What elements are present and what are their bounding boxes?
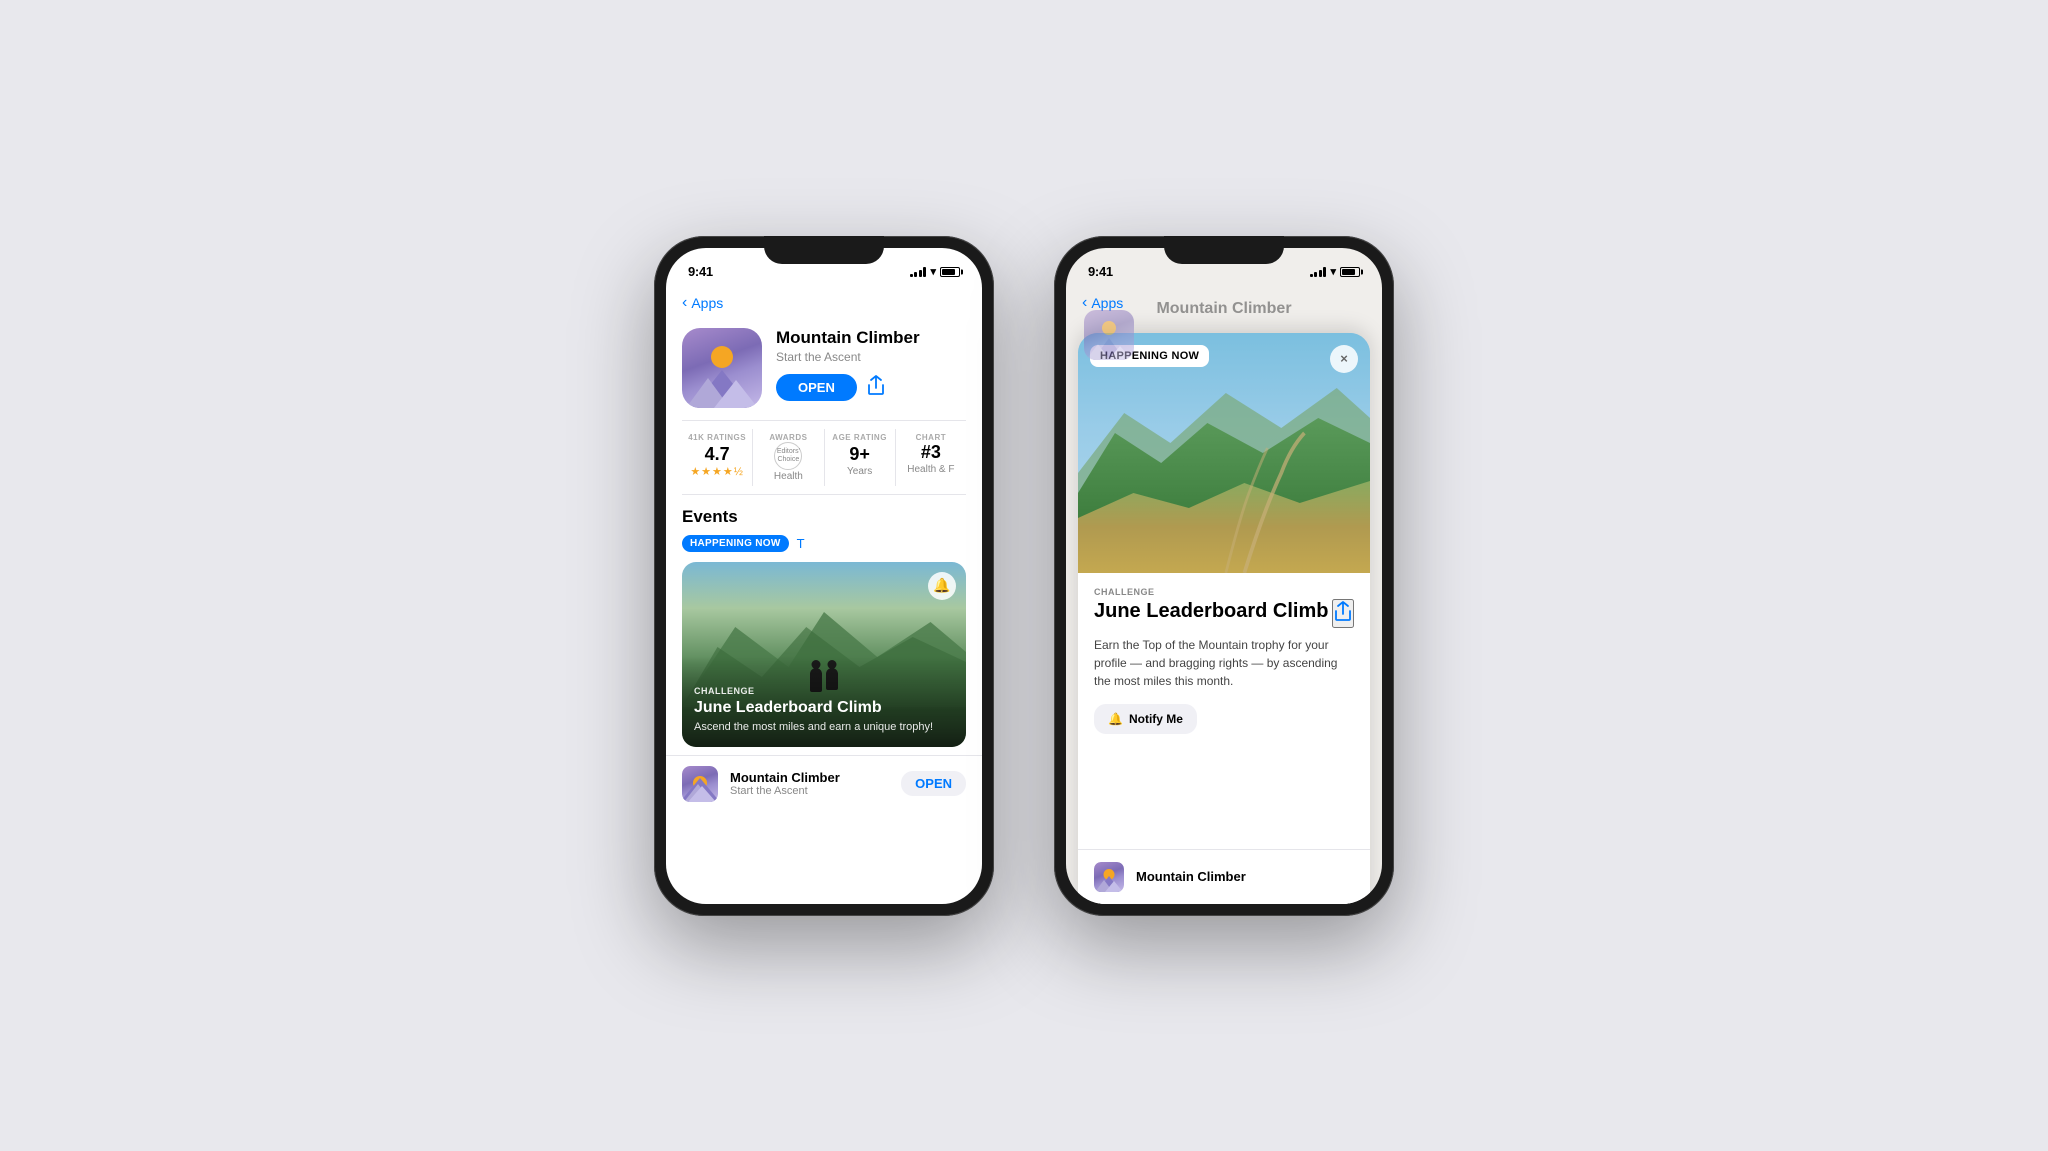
bottom-open-button[interactable]: OPEN: [901, 771, 966, 796]
app-name: Mountain Climber: [776, 328, 966, 348]
open-button[interactable]: OPEN: [776, 374, 857, 401]
award-badge: Editors'Choice: [774, 442, 802, 470]
dimmed-app-icon: [1084, 310, 1134, 360]
see-all-link[interactable]: T: [797, 536, 805, 551]
event-type: CHALLENGE: [694, 686, 954, 696]
age-label: AGE RATING: [832, 433, 887, 442]
bell-button[interactable]: 🔔: [928, 572, 956, 600]
app-actions: OPEN: [776, 374, 966, 401]
events-filter: HAPPENING NOW T: [682, 535, 966, 552]
right-phone: 9:41 ▾ ‹ Apps Mountain Climber: [1054, 236, 1394, 916]
signal-icon: [910, 267, 927, 277]
chart-sub: Health & F: [907, 464, 954, 475]
back-button[interactable]: ‹ Apps: [682, 294, 723, 312]
age-sub: Years: [847, 466, 872, 477]
right-screen: 9:41 ▾ ‹ Apps Mountain Climber: [1066, 248, 1382, 904]
wifi-icon: ▾: [930, 265, 936, 278]
event-modal: HAPPENING NOW × CHALLENGE June Leaderboa…: [1078, 333, 1370, 904]
right-app-name: Mountain Climber: [1136, 869, 1246, 884]
modal-close-button[interactable]: ×: [1330, 345, 1358, 373]
modal-event-title: June Leaderboard Climb: [1094, 599, 1332, 623]
right-app-icon-small: [1094, 862, 1124, 892]
ratings-value: 4.7: [705, 444, 730, 465]
age-value: 9+: [849, 444, 870, 465]
modal-event-type: CHALLENGE: [1094, 587, 1354, 597]
event-desc: Ascend the most miles and earn a unique …: [694, 720, 954, 734]
right-battery-icon: [1340, 267, 1360, 277]
status-icons: ▾: [910, 265, 960, 278]
notch: [764, 236, 884, 264]
events-title: Events: [682, 507, 738, 527]
modal-event-desc: Earn the Top of the Mountain trophy for …: [1094, 636, 1354, 690]
right-back-label: Apps: [1091, 295, 1123, 311]
back-label: Apps: [691, 295, 723, 311]
bottom-app-name: Mountain Climber: [730, 770, 889, 785]
bottom-app-icon: [682, 766, 718, 802]
app-info: Mountain Climber Start the Ascent OPEN: [776, 328, 966, 401]
event-overlay: CHALLENGE June Leaderboard Climb Ascend …: [682, 656, 966, 746]
left-screen: 9:41 ▾ ‹ Apps: [666, 248, 982, 904]
bottom-app-sub: Start the Ascent: [730, 785, 889, 797]
app-subtitle: Start the Ascent: [776, 350, 966, 364]
back-chevron-icon: ‹: [682, 294, 687, 312]
bottom-app-info: Mountain Climber Start the Ascent: [730, 770, 889, 797]
bell-icon: 🔔: [1108, 712, 1123, 726]
event-name: June Leaderboard Climb: [694, 698, 954, 717]
right-status-time: 9:41: [1088, 264, 1113, 279]
stat-age: AGE RATING 9+ Years: [825, 429, 896, 486]
modal-header: HAPPENING NOW ×: [1078, 333, 1370, 573]
right-notch: [1164, 236, 1284, 264]
event-card[interactable]: 🔔 CHALLENGE June Leaderboard Climb Ascen…: [682, 562, 966, 747]
left-phone: 9:41 ▾ ‹ Apps: [654, 236, 994, 916]
stat-awards: AWARDS Editors'Choice Health: [753, 429, 824, 486]
icon-mountain-right: [714, 380, 758, 408]
events-section: Events HAPPENING NOW T: [666, 495, 982, 755]
share-button[interactable]: [867, 375, 885, 400]
awards-label: AWARDS: [769, 433, 807, 442]
bottom-mini-card: Mountain Climber Start the Ascent OPEN: [666, 755, 982, 812]
notify-label: Notify Me: [1129, 712, 1183, 726]
chart-label: CHART: [916, 433, 947, 442]
landscape-image: [1078, 333, 1370, 573]
battery-icon: [940, 267, 960, 277]
ratings-label: 41K RATINGS: [688, 433, 746, 442]
icon-sun: [711, 346, 733, 368]
filter-badge[interactable]: HAPPENING NOW: [682, 535, 789, 552]
app-header: Mountain Climber Start the Ascent OPEN: [666, 320, 982, 420]
stat-ratings: 41K RATINGS 4.7 ★★★★½: [682, 429, 753, 486]
notify-me-button[interactable]: 🔔 Notify Me: [1094, 704, 1197, 734]
right-bottom-card: Mountain Climber: [1078, 849, 1370, 904]
right-signal-icon: [1310, 267, 1327, 277]
modal-title-row: June Leaderboard Climb: [1094, 599, 1354, 628]
right-status-icons: ▾: [1310, 265, 1360, 278]
stars-icon: ★★★★½: [690, 465, 744, 478]
chart-value: #3: [921, 442, 941, 463]
nav-bar: ‹ Apps: [666, 290, 982, 320]
modal-share-button[interactable]: [1332, 599, 1354, 628]
app-icon: [682, 328, 762, 408]
right-wifi-icon: ▾: [1330, 265, 1336, 278]
stats-row: 41K RATINGS 4.7 ★★★★½ AWARDS Editors'Cho…: [682, 420, 966, 495]
awards-sub: Health: [774, 471, 803, 482]
events-header: Events: [682, 507, 966, 527]
status-time: 9:41: [688, 264, 713, 279]
stat-chart: CHART #3 Health & F: [896, 429, 966, 486]
dimmed-app-title: Mountain Climber: [1156, 300, 1291, 318]
